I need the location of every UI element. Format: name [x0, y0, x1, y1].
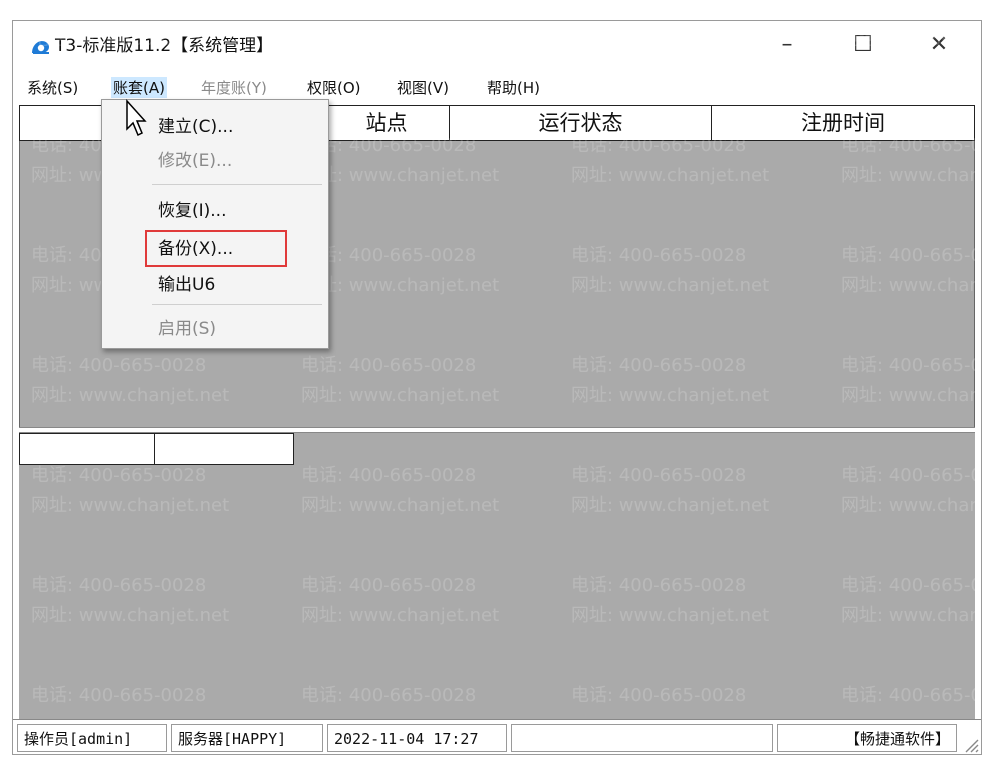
window-title: T3-标准版11.2【系统管理】	[55, 36, 274, 56]
menu-view[interactable]: 视图(V)	[397, 77, 449, 98]
minimize-button[interactable]: –	[765, 27, 809, 63]
status-server: 服务器[HAPPY]	[171, 724, 323, 752]
column-header-register-time[interactable]: 注册时间	[712, 106, 974, 140]
menu-separator	[152, 184, 322, 185]
task-grid-cell[interactable]	[154, 433, 294, 465]
menu-fiscal-year[interactable]: 年度账(Y)	[201, 77, 267, 98]
task-grid[interactable]	[19, 433, 975, 719]
menu-item-export-u6[interactable]: 输出U6	[158, 270, 215, 295]
mouse-cursor-icon	[126, 99, 147, 137]
menu-item-enable[interactable]: 启用(S)	[158, 314, 216, 339]
status-empty-panel	[511, 724, 773, 752]
status-brand: 【畅捷通软件】	[777, 724, 957, 752]
menu-separator	[152, 304, 322, 305]
menu-item-modify[interactable]: 修改(E)...	[158, 146, 232, 171]
menu-permissions[interactable]: 权限(O)	[307, 77, 361, 98]
chanjet-logo-icon	[32, 41, 49, 54]
menu-item-restore[interactable]: 恢复(I)...	[158, 196, 227, 221]
main-window: T3-标准版11.2【系统管理】 – ☐ ✕ 系统(S) 账套(A) 年度账(Y…	[12, 20, 982, 755]
menu-account[interactable]: 账套(A)	[111, 77, 167, 98]
title-bar[interactable]: T3-标准版11.2【系统管理】 – ☐ ✕	[13, 21, 981, 69]
menu-system[interactable]: 系统(S)	[27, 77, 78, 98]
menu-help[interactable]: 帮助(H)	[487, 77, 540, 98]
backup-highlight-box	[145, 230, 287, 267]
column-header-run-status[interactable]: 运行状态	[450, 106, 712, 140]
status-bar: 操作员[admin] 服务器[HAPPY] 2022-11-04 17:27 【…	[13, 719, 981, 754]
maximize-button[interactable]: ☐	[841, 27, 885, 63]
column-header-site[interactable]: 站点	[324, 106, 450, 140]
menu-item-create[interactable]: 建立(C)...	[158, 112, 233, 137]
resize-grip-icon[interactable]	[963, 737, 979, 753]
menu-bar: 系统(S) 账套(A) 年度账(Y) 权限(O) 视图(V) 帮助(H)	[13, 69, 981, 99]
status-operator: 操作员[admin]	[17, 724, 167, 752]
status-datetime: 2022-11-04 17:27	[327, 724, 507, 752]
task-grid-cell[interactable]	[19, 433, 155, 465]
close-button[interactable]: ✕	[917, 27, 961, 63]
